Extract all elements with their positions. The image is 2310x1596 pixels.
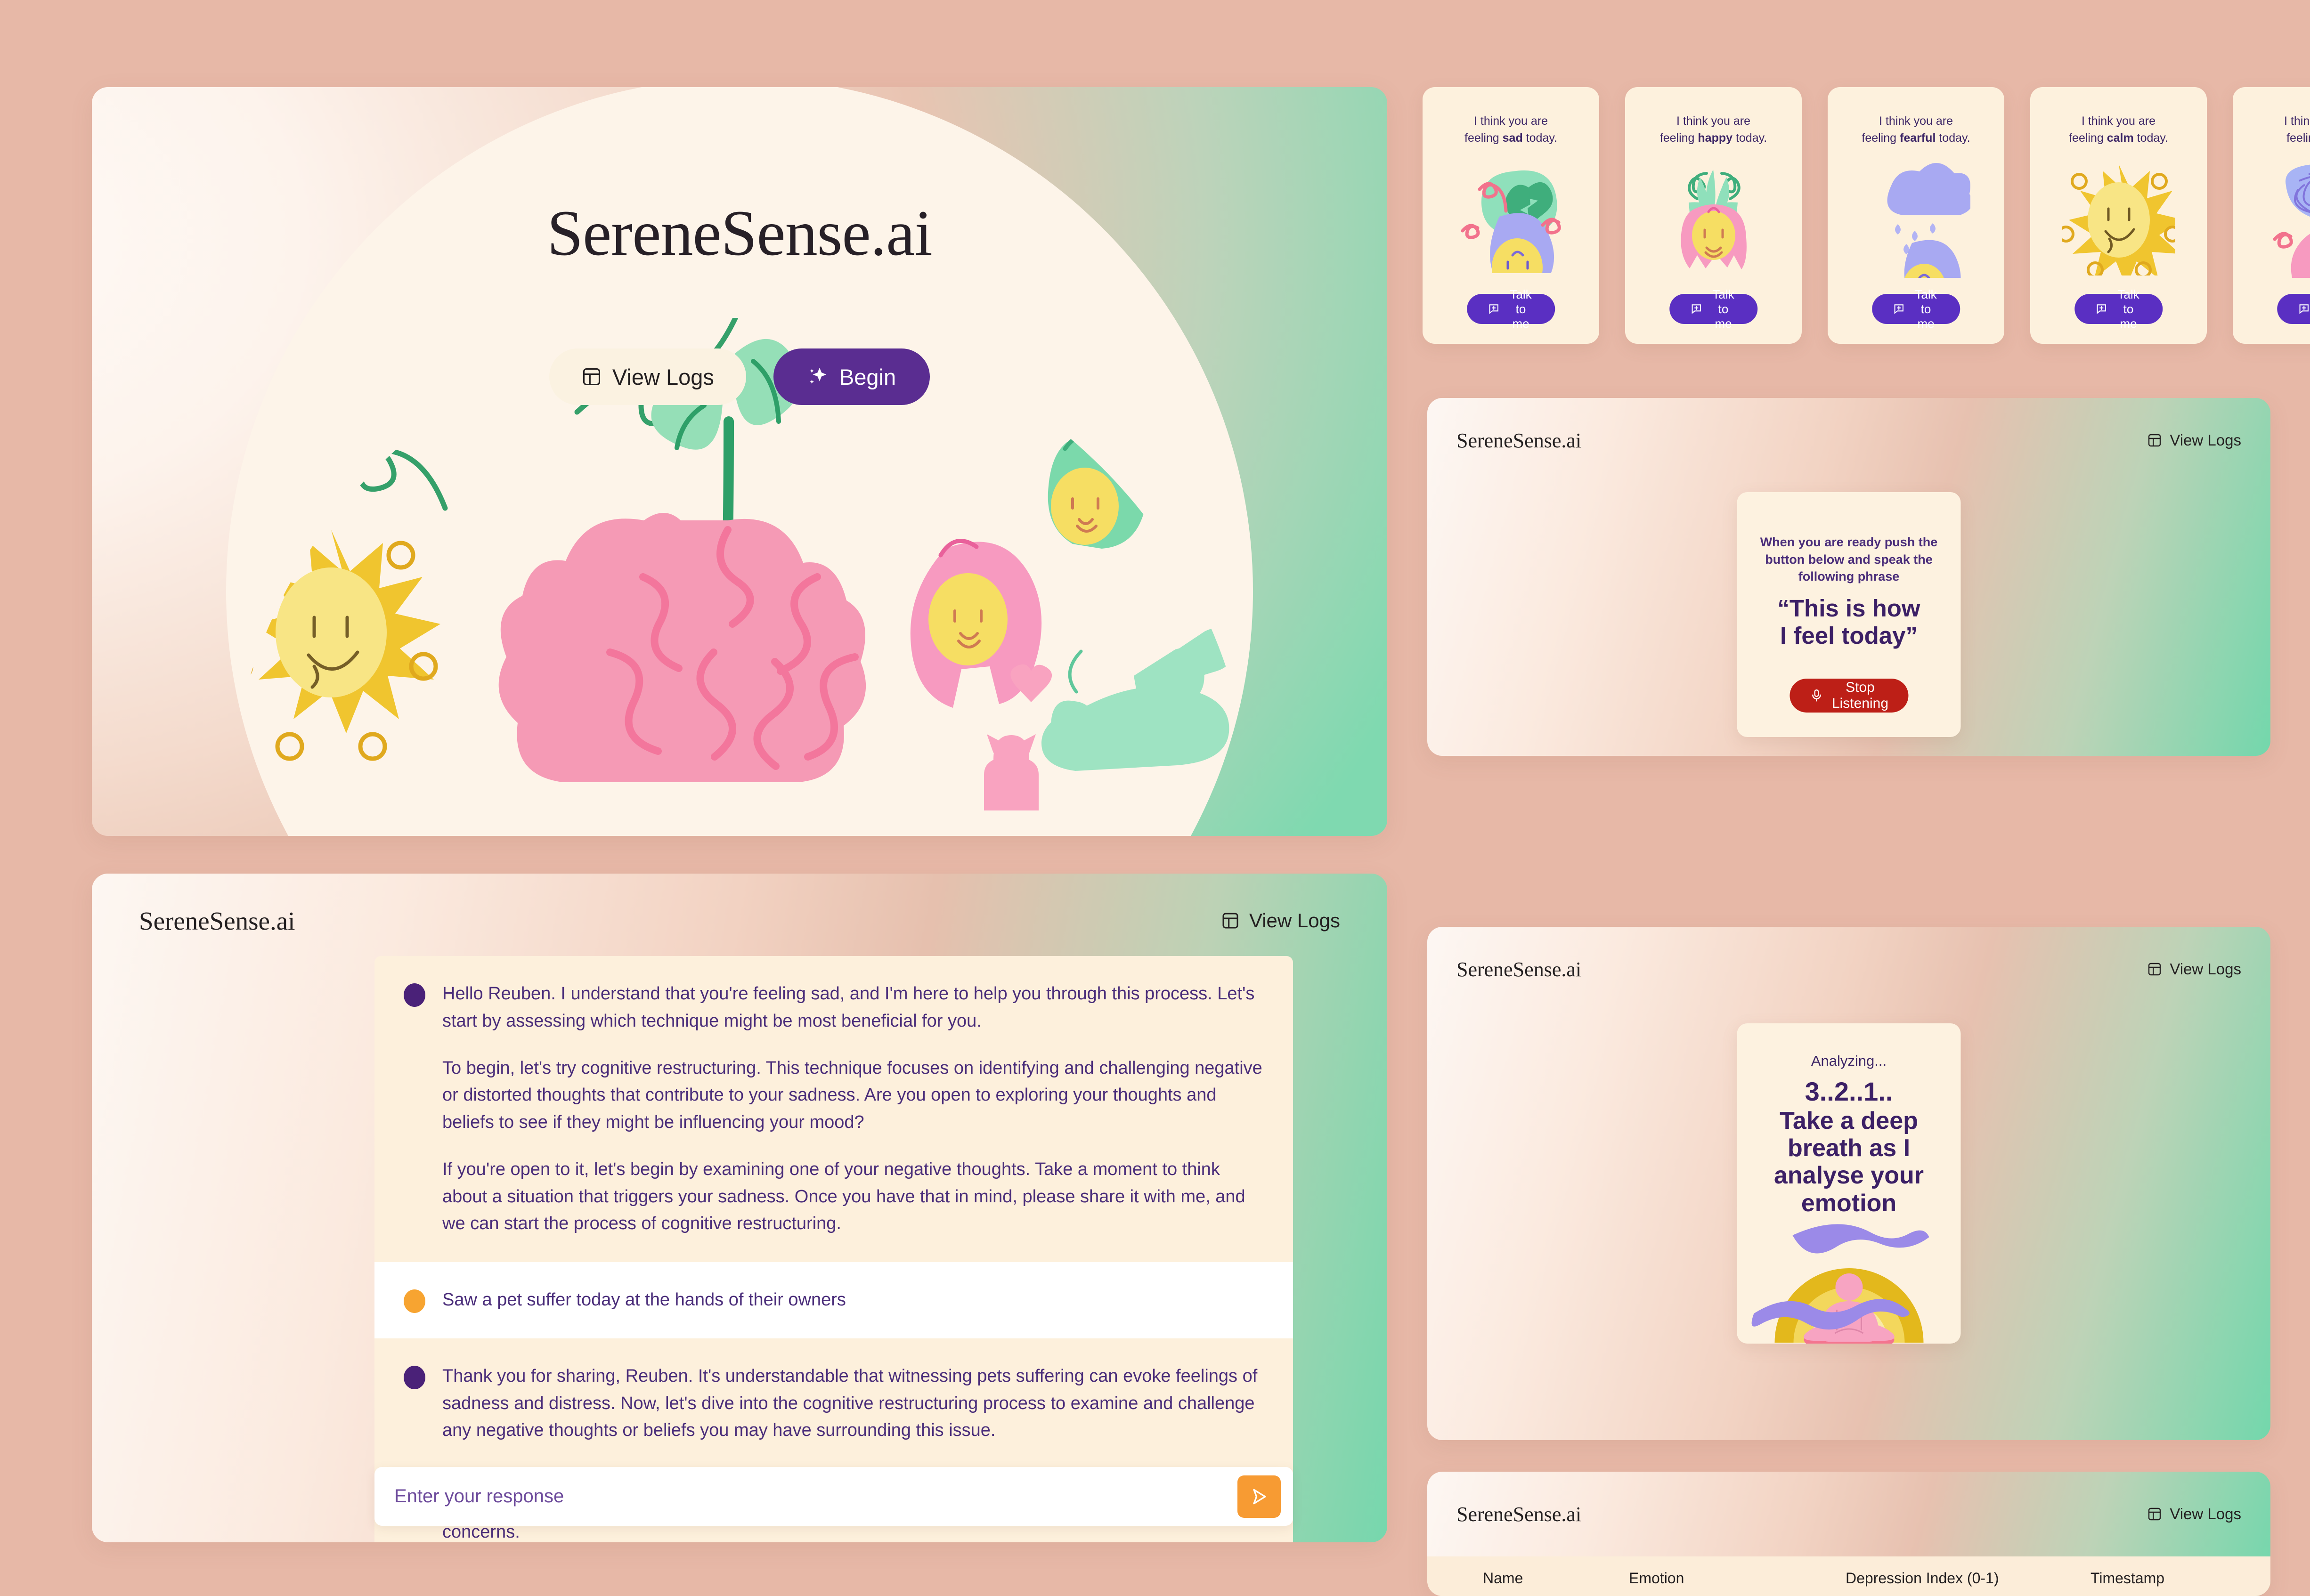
chat-message-body: Hello Reuben. I understand that you're f…: [442, 980, 1264, 1238]
user-avatar-dot: [404, 1289, 425, 1313]
view-logs-label: View Logs: [2170, 960, 2241, 978]
talk-to-me-button[interactable]: Talk to me: [1871, 287, 1960, 331]
emotion-card[interactable]: I think you are feeling happy today. Tal…: [1625, 87, 1802, 344]
logs-panel: SereneSense.ai View Logs Name Emotion Depr…: [1427, 1472, 2270, 1596]
emotion-card-headline: I think you are feeling fearful today.: [1862, 114, 1970, 145]
talk-to-me-button[interactable]: Talk to me: [2277, 294, 2310, 324]
view-logs-label: View Logs: [2170, 431, 2241, 449]
begin-label: Begin: [839, 364, 896, 389]
chat-message-ai: Hello Reuben. I understand that you're f…: [374, 956, 1293, 1262]
view-logs-button-analyze[interactable]: View Logs: [2147, 960, 2241, 978]
happy-flower-girl-art: [1625, 153, 1802, 285]
emotion-card-row: I think you are feeling sad today. Talk t…: [1423, 87, 2310, 344]
table-icon: [2147, 1507, 2162, 1522]
brand-label: SereneSense.ai: [139, 906, 295, 935]
chat-plus-icon: [2298, 303, 2310, 315]
sparkle-icon: [807, 366, 829, 388]
logs-column-header: Emotion: [1629, 1569, 1684, 1587]
talk-to-me-label: Talk to me: [1915, 287, 1937, 331]
brand-label: SereneSense.ai: [1456, 429, 1582, 452]
chat-plus-icon: [1690, 303, 1702, 315]
table-icon: [2147, 433, 2162, 448]
voice-panel-header: SereneSense.ai View Logs: [1427, 398, 2270, 483]
chat-plus-icon: [1893, 303, 1905, 315]
emotion-card[interactable]: I think you are feeling calm today. Talk …: [2030, 87, 2207, 344]
chat-panel: SereneSense.ai View Logs Hello Reuben. I…: [92, 874, 1387, 1542]
table-icon: [2147, 962, 2162, 977]
view-logs-label: View Logs: [2170, 1505, 2241, 1523]
view-logs-button-logs[interactable]: View Logs: [2147, 1505, 2241, 1523]
brand-label: SereneSense.ai: [1456, 957, 1582, 981]
logs-column-header: Timestamp: [2090, 1569, 2165, 1587]
send-button[interactable]: [1237, 1475, 1281, 1518]
emotion-card-headline: I think you are feeling calm today.: [2069, 114, 2168, 145]
view-logs-button-voice[interactable]: View Logs: [2147, 431, 2241, 449]
logs-column-header: Depression Index (0-1): [1846, 1569, 1999, 1587]
view-logs-button-chat[interactable]: View Logs: [1221, 909, 1340, 932]
emotion-card[interactable]: I think you arefeeling today. Talk to me: [2233, 87, 2310, 344]
chat-input-row[interactable]: [374, 1467, 1293, 1526]
voice-capture-panel: SereneSense.ai View Logs When you are re…: [1427, 398, 2270, 756]
chat-paragraph: To begin, let's try cognitive restructur…: [442, 1058, 1262, 1133]
chat-message-body: Saw a pet suffer today at the hands of t…: [442, 1287, 846, 1314]
begin-button[interactable]: Begin: [773, 348, 930, 405]
analyzing-message: Take a deep breath as I analyse your emo…: [1774, 1107, 1924, 1217]
analyzing-status: Analyzing...: [1811, 1053, 1887, 1069]
talk-to-me-button[interactable]: Talk to me: [1669, 287, 1758, 331]
rain-cloud-sad-face-art: [1828, 153, 2004, 285]
ai-avatar-dot: [404, 1365, 425, 1389]
talk-to-me-label: Talk to me: [2117, 287, 2139, 331]
chat-message-list: Hello Reuben. I understand that you're f…: [374, 956, 1293, 1542]
talk-to-me-label: Talk to me: [1712, 287, 1734, 331]
logs-table: Name Emotion Depression Index (0-1) Timesta…: [1427, 1556, 2270, 1596]
hero-actions: View Logs Begin: [92, 348, 1387, 405]
analyzing-card: Analyzing... 3..2..1.. Take a deep breat…: [1737, 1023, 1961, 1344]
chat-response-input[interactable]: [394, 1486, 1237, 1507]
meditating-figure-sunrise-art: [1751, 1224, 1929, 1344]
emotion-card-headline: I think you are feeling happy today.: [1659, 114, 1767, 145]
logs-panel-header: SereneSense.ai View Logs: [1427, 1472, 2270, 1556]
view-logs-label: View Logs: [1249, 909, 1340, 932]
stop-listening-label: Stop Listening: [1831, 680, 1889, 711]
view-logs-label: View Logs: [612, 364, 714, 389]
sad-face-broken-heart-art: [1423, 153, 1599, 285]
analyzing-countdown: 3..2..1..: [1805, 1077, 1893, 1106]
talk-to-me-label: Talk to me: [1510, 287, 1532, 331]
chat-paragraph: Saw a pet suffer today at the hands of t…: [442, 1290, 846, 1310]
send-icon: [1249, 1486, 1269, 1507]
ai-avatar-dot: [404, 983, 425, 1007]
page-title: SereneSense.ai: [547, 197, 933, 269]
chat-paragraph: Thank you for sharing, Reuben. It's unde…: [442, 1366, 1258, 1441]
analyze-panel-header: SereneSense.ai View Logs: [1427, 927, 2270, 1012]
analyzing-panel: SereneSense.ai View Logs Analyzing... 3.…: [1427, 927, 2270, 1440]
microphone-icon: [1809, 689, 1823, 703]
app-canvas: SereneSense.ai View Logs Begin SereneSen…: [0, 0, 2310, 1596]
view-logs-button[interactable]: View Logs: [549, 348, 746, 405]
emotion-card-headline: I think you are feeling sad today.: [1464, 114, 1557, 145]
chat-header: SereneSense.ai View Logs: [92, 874, 1387, 968]
table-icon: [581, 366, 602, 387]
voice-instruction: When you are ready push the button below…: [1760, 535, 1938, 584]
scribble-thought-bubble-art: [2233, 153, 2310, 285]
talk-to-me-button[interactable]: Talk to me: [2074, 287, 2163, 331]
logs-table-header: Name Emotion Depression Index (0-1) Timesta…: [1427, 1556, 2270, 1596]
chat-message-user: Saw a pet suffer today at the hands of t…: [374, 1262, 1293, 1338]
voice-phrase: “This is how I feel today”: [1777, 595, 1920, 649]
logs-column-header: Name: [1483, 1569, 1523, 1587]
chat-paragraph: Hello Reuben. I understand that you're f…: [442, 984, 1255, 1031]
stop-listening-button[interactable]: Stop Listening: [1789, 679, 1909, 713]
talk-to-me-button[interactable]: Talk to me: [1466, 287, 1555, 331]
emotion-card-headline: I think you arefeeling today.: [2284, 114, 2310, 145]
smiling-sun-art: [2030, 153, 2207, 285]
hero-panel: SereneSense.ai View Logs Begin: [92, 87, 1387, 836]
voice-prompt-card: When you are ready push the button below…: [1737, 492, 1961, 737]
chat-paragraph: If you're open to it, let's begin by exa…: [442, 1159, 1245, 1234]
brand-label: SereneSense.ai: [1456, 1502, 1582, 1526]
emotion-card[interactable]: I think you are feeling fearful today. T…: [1828, 87, 2004, 344]
emotion-card[interactable]: I think you are feeling sad today. Talk t…: [1423, 87, 1599, 344]
table-icon: [1221, 911, 1240, 930]
chat-plus-icon: [1488, 303, 1500, 315]
chat-plus-icon: [2095, 303, 2107, 315]
